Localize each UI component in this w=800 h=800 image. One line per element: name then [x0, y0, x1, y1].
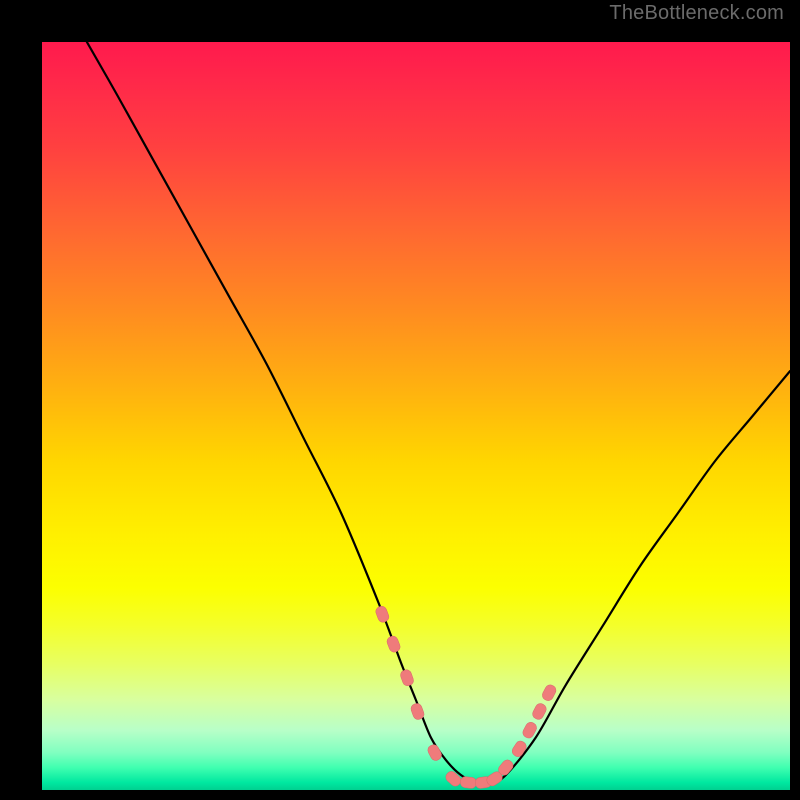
data-marker	[426, 743, 443, 762]
data-marker	[510, 739, 528, 758]
bottleneck-curve	[87, 42, 790, 783]
plot-svg	[42, 42, 790, 790]
data-marker	[541, 683, 558, 702]
attribution-watermark: TheBottleneck.com	[609, 2, 784, 25]
data-marker	[374, 605, 390, 624]
marker-group	[374, 605, 557, 789]
data-marker	[444, 769, 463, 788]
data-marker	[386, 635, 402, 654]
gradient-plot-area	[42, 42, 790, 790]
data-marker	[399, 668, 415, 687]
chart-frame	[16, 16, 784, 784]
data-marker	[460, 776, 477, 789]
data-marker	[531, 702, 548, 721]
